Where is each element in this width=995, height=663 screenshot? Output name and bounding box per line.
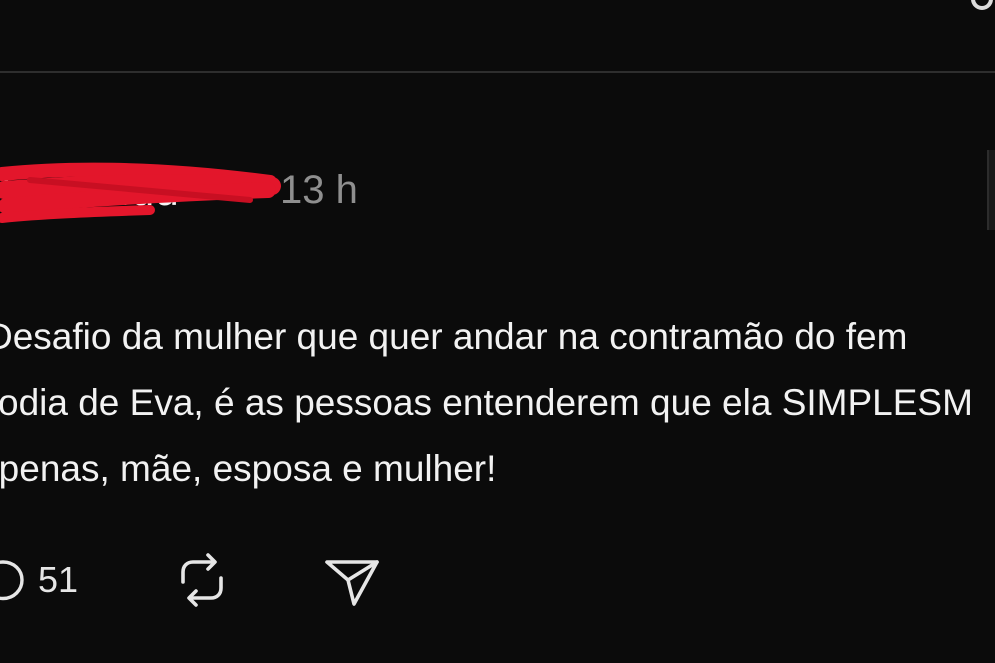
more-icon[interactable] (969, 0, 995, 12)
post-text-line: Desafio da mulher que quer andar na cont… (0, 316, 908, 357)
post-text-line: Apenas, mãe, esposa e mulher! (0, 448, 497, 489)
post-text-line: odia de Eva, é as pessoas entenderem que… (0, 382, 973, 423)
top-divider (0, 71, 995, 73)
reply-count: 51 (38, 559, 79, 600)
reply-button[interactable]: 51 (0, 548, 78, 612)
post-options-edge[interactable] (987, 150, 995, 230)
top-bar (0, 0, 995, 72)
post-header: fernanda (0, 160, 500, 224)
redaction-scribble (0, 162, 281, 223)
post-actions: 51 (0, 548, 420, 612)
send-icon (322, 550, 382, 610)
post-body: Desafio da mulher que quer andar na cont… (0, 306, 995, 502)
repost-icon (170, 548, 234, 612)
post-timestamp: 13 h (280, 168, 358, 212)
reply-bubble-icon (0, 555, 28, 605)
share-button[interactable] (322, 548, 382, 612)
repost-button[interactable] (170, 548, 234, 612)
